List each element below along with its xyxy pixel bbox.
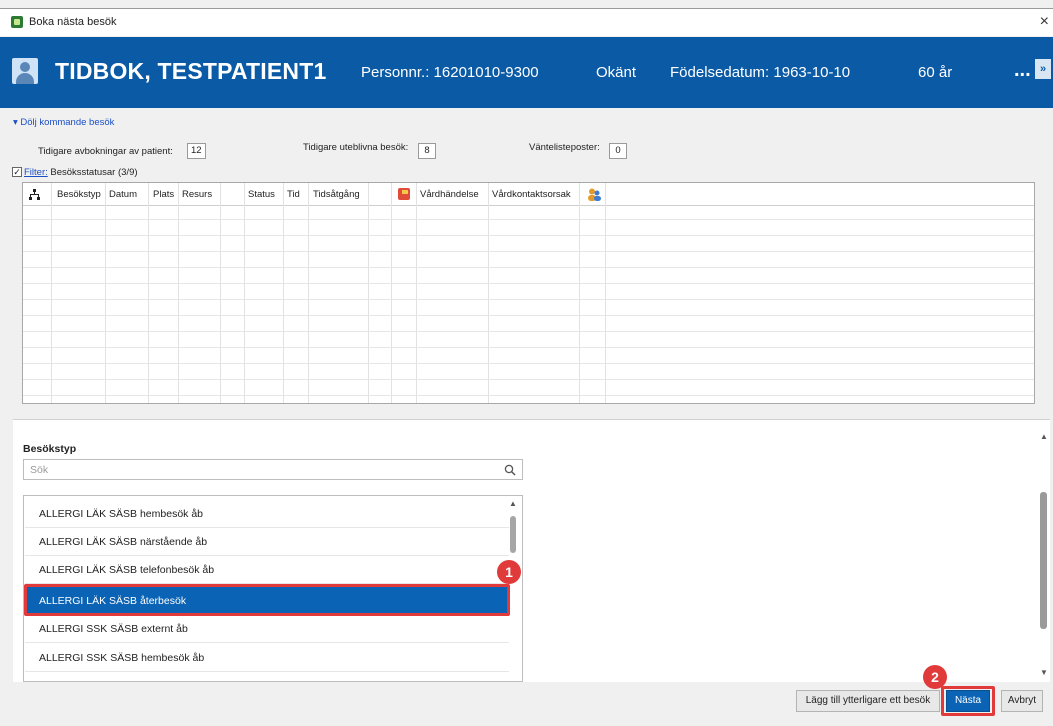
visit-type-title: Besökstyp	[23, 443, 77, 455]
next-button[interactable]: Nästa	[946, 690, 990, 712]
filter-value: Besöksstatusar (3/9)	[50, 167, 138, 178]
col-time[interactable]: Tid	[287, 183, 300, 206]
col-place[interactable]: Plats	[153, 183, 174, 206]
list-item[interactable]: ALLERGI LÄK SÄSB närstående åb	[25, 528, 509, 556]
stat-value-cancellations: 12	[187, 143, 206, 159]
upcoming-visits-table[interactable]: Besökstyp Datum Plats Resurs Status Tid …	[22, 182, 1035, 404]
patient-avatar-icon	[12, 58, 38, 84]
tree-icon[interactable]	[29, 189, 40, 200]
list-scroll-up-icon[interactable]: ▲	[509, 499, 517, 508]
title-bar: Boka nästa besök ×	[0, 8, 1053, 36]
more-button[interactable]: ...	[1014, 59, 1031, 82]
book-next-visit-dialog: Boka nästa besök × TIDBOK, TESTPATIENT1 …	[0, 0, 1053, 726]
list-item[interactable]: ALLERGI SSK SÄSB externt åb	[25, 615, 509, 643]
col-status[interactable]: Status	[248, 183, 275, 206]
list-item[interactable]: ALLERGI LÄK SÄSB telefonbesök åb	[25, 556, 509, 584]
app-icon	[11, 16, 23, 28]
selection-highlight-annotation	[24, 584, 510, 616]
close-icon[interactable]: ×	[1040, 13, 1049, 31]
search-icon[interactable]	[504, 464, 516, 476]
age: 60 år	[918, 64, 953, 81]
stat-label-cancellations: Tidigare avbokningar av patient:	[38, 146, 173, 157]
col-date[interactable]: Datum	[109, 183, 137, 206]
stat-label-waitlist: Väntelisteposter:	[529, 142, 600, 153]
add-another-visit-button[interactable]: Lägg till ytterligare ett besök	[796, 690, 940, 712]
search-input[interactable]	[24, 460, 494, 480]
cancel-button[interactable]: Avbryt	[1001, 690, 1043, 712]
col-care-event[interactable]: Vårdhändelse	[420, 183, 479, 206]
col-resource[interactable]: Resurs	[182, 183, 212, 206]
people-icon[interactable]	[587, 188, 601, 201]
warning-icon[interactable]	[398, 188, 410, 200]
step-1-badge: 1	[497, 560, 521, 584]
panel-scrollbar-thumb[interactable]	[1040, 492, 1047, 629]
col-contact-reason[interactable]: Vårdkontaktsorsak	[492, 183, 571, 206]
birthdate: Födelsedatum: 1963-10-10	[670, 64, 851, 81]
hide-upcoming-visits-link[interactable]: ▾ Dölj kommande besök	[13, 117, 114, 128]
panel-scroll-down-icon[interactable]: ▼	[1040, 668, 1048, 677]
list-item[interactable]: ALLERGI LÄK SÄSB hembesök åb	[25, 500, 509, 528]
visit-type-search	[23, 459, 523, 480]
list-scrollbar-thumb[interactable]	[510, 516, 516, 553]
filter-checkbox[interactable]: ✓	[12, 167, 22, 177]
filter-link[interactable]: Filter:	[24, 167, 48, 178]
patient-name: TIDBOK, TESTPATIENT1	[55, 58, 327, 84]
table-header: Besökstyp Datum Plats Resurs Status Tid …	[23, 183, 1034, 206]
list-item[interactable]: ALLERGI SSK SÄSB hembesök åb	[25, 644, 509, 672]
panel-scroll-up-icon[interactable]: ▲	[1040, 432, 1048, 441]
gender: Okänt	[596, 64, 637, 81]
stat-label-no-shows: Tidigare uteblivna besök:	[303, 142, 409, 153]
stat-value-no-shows: 8	[418, 143, 436, 159]
filter-row: Filter: Besöksstatusar (3/9)	[24, 167, 138, 178]
patient-banner: TIDBOK, TESTPATIENT1 Personnr.: 16201010…	[0, 37, 1053, 108]
personnummer: Personnr.: 16201010-9300	[361, 64, 539, 81]
col-duration[interactable]: Tidsåtgång	[313, 183, 360, 206]
col-visit-type[interactable]: Besökstyp	[57, 183, 101, 206]
window-title: Boka nästa besök	[29, 16, 117, 28]
stat-value-waitlist: 0	[609, 143, 627, 159]
expand-banner-button[interactable]: »	[1035, 59, 1051, 79]
